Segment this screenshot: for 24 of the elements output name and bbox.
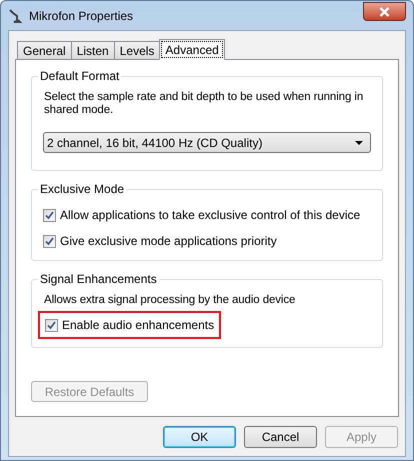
microphone-icon xyxy=(8,8,24,24)
checkbox[interactable] xyxy=(45,318,58,332)
tab[interactable]: General xyxy=(17,41,72,59)
window-title: Mikrofon Properties xyxy=(29,8,134,24)
close-icon xyxy=(379,6,390,16)
checkbox[interactable] xyxy=(43,208,56,222)
tab[interactable]: Levels xyxy=(114,41,160,59)
description-text: Allows extra signal processing by the audio device xyxy=(43,294,296,307)
dialog-button[interactable]: Cancel xyxy=(244,426,317,448)
checkbox[interactable] xyxy=(43,234,56,248)
format-dropdown[interactable]: 2 channel, 16 bit, 44100 Hz (CD Quality) xyxy=(43,132,371,153)
checkbox-label: Give exclusive mode applications priority xyxy=(60,233,277,250)
tab[interactable]: Listen xyxy=(70,41,115,59)
group-title: Signal Enhancements xyxy=(38,272,159,286)
checkbox-label: Enable audio enhancements xyxy=(62,317,214,334)
group-title: Exclusive Mode xyxy=(38,182,126,196)
dropdown-value: 2 channel, 16 bit, 44100 Hz (CD Quality) xyxy=(47,134,264,152)
dropdown-arrow-icon xyxy=(355,140,363,144)
close-button[interactable] xyxy=(363,2,406,21)
tab[interactable]: Advanced xyxy=(159,39,225,60)
description-text: Select the sample rate and bit depth to be used when running in shared mode. xyxy=(43,91,364,117)
dialog-button[interactable]: OK xyxy=(163,426,236,448)
group-title: Default Format xyxy=(38,69,122,83)
checkbox-label: Allow applications to take exclusive control of this device xyxy=(60,207,360,224)
